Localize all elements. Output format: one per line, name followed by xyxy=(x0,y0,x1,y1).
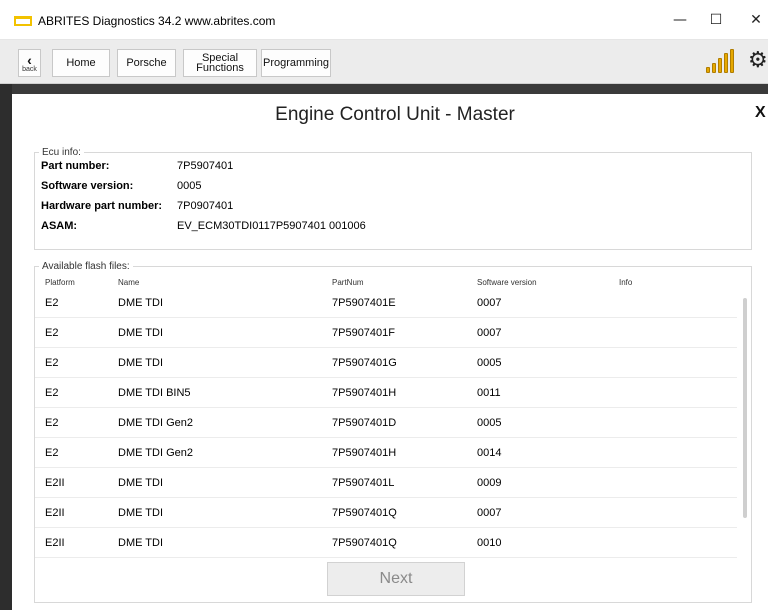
maximize-button[interactable]: ☐ xyxy=(704,8,728,32)
settings-gear-icon[interactable]: ⚙ xyxy=(748,50,768,72)
cell-partnum: 7P5907401F xyxy=(332,327,395,339)
cell-partnum: 7P5907401G xyxy=(332,357,397,369)
abrites-logo-icon xyxy=(14,16,32,26)
info-value: 7P0907401 xyxy=(177,200,234,212)
minimize-button[interactable]: — xyxy=(668,8,692,32)
cell-platform: E2 xyxy=(45,327,59,339)
table-row[interactable]: E2 DME TDI BIN5 7P5907401H 0011 xyxy=(35,378,737,408)
table-row[interactable]: E2 DME TDI 7P5907401E 0007 xyxy=(35,288,737,318)
cell-partnum: 7P5907401D xyxy=(332,417,397,429)
cell-partnum: 7P5907401E xyxy=(332,297,396,309)
home-button[interactable]: Home xyxy=(52,49,110,77)
special-functions-label-line2: Functions xyxy=(196,62,244,74)
cell-name: DME TDI xyxy=(118,537,164,549)
back-label: back xyxy=(22,65,37,73)
cell-name: DME TDI xyxy=(118,357,164,369)
toolbar: ‹ back Home Porsche Special Functions Pr… xyxy=(0,40,768,84)
next-button[interactable]: Next xyxy=(327,562,465,596)
info-value: 7P5907401 xyxy=(177,160,234,172)
table-row[interactable]: E2II DME TDI 7P5907401Q 0007 xyxy=(35,498,737,528)
cell-platform: E2II xyxy=(45,537,65,549)
cell-software-version: 0007 xyxy=(477,507,502,519)
cell-partnum: 7P5907401Q xyxy=(332,537,397,549)
close-window-button[interactable]: ✕ xyxy=(744,8,768,32)
column-header-partnum[interactable]: PartNum xyxy=(332,278,364,287)
signal-bar xyxy=(724,53,728,73)
cell-software-version: 0010 xyxy=(477,537,502,549)
top-frame-border xyxy=(12,84,768,94)
cell-software-version: 0005 xyxy=(477,417,502,429)
table-row[interactable]: E2 DME TDI 7P5907401F 0007 xyxy=(35,318,737,348)
cell-partnum: 7P5907401H xyxy=(332,387,397,399)
info-value: EV_ECM30TDI0117P5907401 001006 xyxy=(177,220,366,232)
cell-name: DME TDI xyxy=(118,477,164,489)
cell-software-version: 0005 xyxy=(477,357,502,369)
column-header-name[interactable]: Name xyxy=(118,278,139,287)
porsche-button[interactable]: Porsche xyxy=(117,49,176,77)
cell-partnum: 7P5907401Q xyxy=(332,507,397,519)
dialog-title: Engine Control Unit - Master xyxy=(275,104,515,125)
cell-platform: E2 xyxy=(45,357,59,369)
cell-name: DME TDI Gen2 xyxy=(118,447,193,459)
info-label: Hardware part number: xyxy=(41,200,163,212)
column-header-platform[interactable]: Platform xyxy=(45,278,75,287)
table-row[interactable]: E2 DME TDI Gen2 7P5907401H 0014 xyxy=(35,438,737,468)
signal-strength-icon xyxy=(706,49,736,73)
table-row[interactable]: E2II DME TDI 7P5907401Q 0010 xyxy=(35,528,737,558)
scrollbar-thumb[interactable] xyxy=(743,298,747,518)
cell-platform: E2 xyxy=(45,297,59,309)
info-value: 0005 xyxy=(177,180,202,192)
cell-name: DME TDI BIN5 xyxy=(118,387,191,399)
cell-name: DME TDI Gen2 xyxy=(118,417,193,429)
cell-software-version: 0007 xyxy=(477,297,502,309)
flash-files-legend: Available flash files: xyxy=(42,261,130,272)
signal-bar xyxy=(706,67,710,73)
cell-platform: E2 xyxy=(45,387,59,399)
cell-software-version: 0014 xyxy=(477,447,502,459)
cell-partnum: 7P5907401H xyxy=(332,447,397,459)
cell-software-version: 0011 xyxy=(477,387,501,399)
dialog-close-button[interactable]: X xyxy=(755,104,766,122)
flash-files-list: E2 DME TDI 7P5907401E 0007 E2 DME TDI 7P… xyxy=(35,288,737,569)
window-title: ABRITES Diagnostics 34.2 www.abrites.com xyxy=(38,14,276,28)
info-label: Software version: xyxy=(41,180,134,192)
left-frame-border xyxy=(0,84,12,610)
cell-name: DME TDI xyxy=(118,507,164,519)
table-row[interactable]: E2 DME TDI Gen2 7P5907401D 0005 xyxy=(35,408,737,438)
window-title-bar: ABRITES Diagnostics 34.2 www.abrites.com… xyxy=(0,0,768,40)
cell-platform: E2 xyxy=(45,417,59,429)
cell-platform: E2II xyxy=(45,477,65,489)
cell-partnum: 7P5907401L xyxy=(332,477,395,489)
flash-files-group: Available flash files: Platform Name Par… xyxy=(34,261,752,603)
programming-button[interactable]: Programming xyxy=(261,49,331,77)
signal-bar xyxy=(712,63,716,73)
back-button[interactable]: ‹ back xyxy=(18,49,41,77)
cell-software-version: 0009 xyxy=(477,477,502,489)
special-functions-button[interactable]: Special Functions xyxy=(183,49,257,77)
back-arrow-icon: ‹ xyxy=(27,51,32,68)
signal-bar xyxy=(730,49,734,73)
cell-platform: E2II xyxy=(45,507,65,519)
ecu-info-legend: Ecu info: xyxy=(42,147,81,158)
table-row[interactable]: E2II DME TDI 7P5907401L 0009 xyxy=(35,468,737,498)
info-label: Part number: xyxy=(41,160,110,172)
info-label: ASAM: xyxy=(41,220,78,232)
ecu-dialog: Engine Control Unit - Master X Ecu info:… xyxy=(22,94,768,610)
cell-software-version: 0007 xyxy=(477,327,502,339)
ecu-info-group: Ecu info: Part number: 7P5907401 Softwar… xyxy=(34,147,752,250)
signal-bar xyxy=(718,58,722,73)
table-row[interactable]: E2 DME TDI 7P5907401G 0005 xyxy=(35,348,737,378)
list-scrollbar[interactable] xyxy=(743,288,749,568)
cell-platform: E2 xyxy=(45,447,59,459)
cell-name: DME TDI xyxy=(118,327,164,339)
cell-name: DME TDI xyxy=(118,297,164,309)
column-header-software-version[interactable]: Software version xyxy=(477,278,537,287)
column-header-info[interactable]: Info xyxy=(619,278,632,287)
